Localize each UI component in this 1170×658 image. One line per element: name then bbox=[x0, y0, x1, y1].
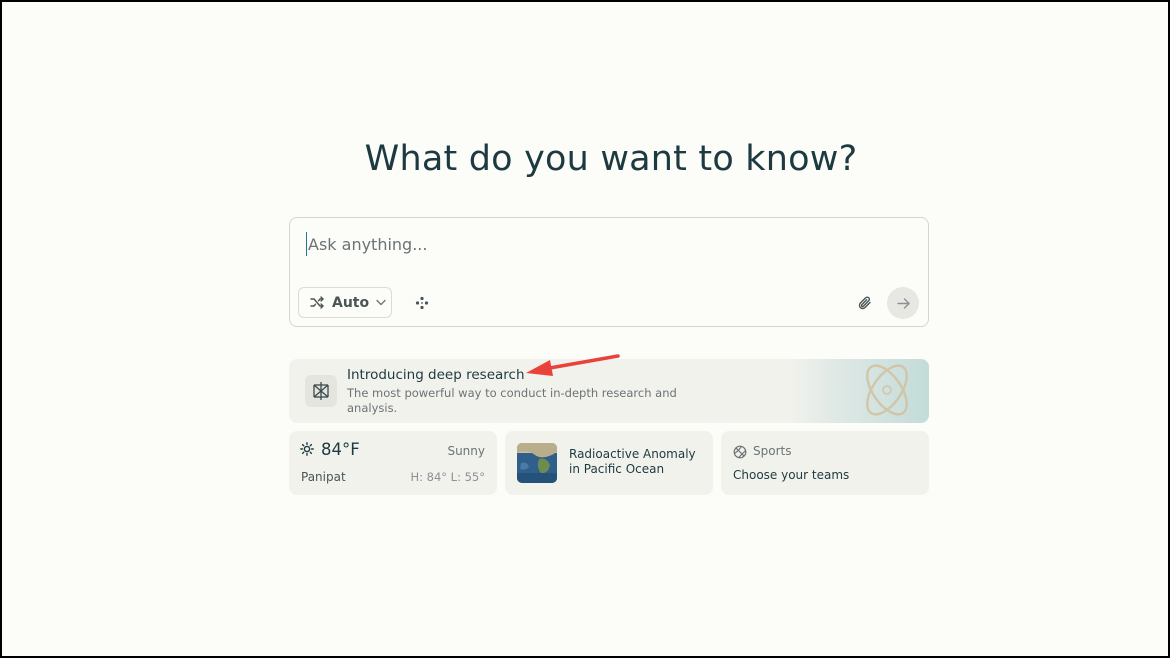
focus-button[interactable] bbox=[413, 294, 431, 312]
focus-icon bbox=[415, 296, 429, 310]
sun-icon bbox=[300, 442, 314, 456]
annotation-arrow bbox=[526, 354, 620, 376]
news-title: Radioactive Anomaly in Pacific Ocean bbox=[569, 447, 696, 476]
sports-subtitle: Choose your teams bbox=[733, 468, 850, 482]
submit-button[interactable] bbox=[887, 287, 919, 319]
search-input[interactable] bbox=[306, 232, 906, 256]
sports-card[interactable]: Sports Choose your teams bbox=[721, 431, 929, 495]
weather-card[interactable]: 84°F Sunny Panipat H: 84° L: 55° bbox=[289, 431, 497, 495]
attach-button[interactable] bbox=[855, 293, 875, 313]
shuffle-icon bbox=[310, 296, 324, 309]
page-title: What do you want to know? bbox=[364, 139, 858, 179]
high-low: H: 84° L: 55° bbox=[410, 470, 485, 484]
news-card[interactable]: Radioactive Anomaly in Pacific Ocean bbox=[505, 431, 713, 495]
mode-label: Auto bbox=[332, 294, 370, 311]
banner-illustration bbox=[789, 359, 929, 423]
banner-description: The most powerful way to conduct in-dept… bbox=[347, 386, 677, 415]
weather-condition: Sunny bbox=[447, 444, 485, 458]
mode-selector-button[interactable]: Auto bbox=[298, 287, 392, 318]
basketball-icon bbox=[733, 445, 747, 459]
arrow-right-icon bbox=[896, 297, 910, 309]
sports-label: Sports bbox=[753, 444, 792, 458]
app-window: What do you want to know? Auto bbox=[2, 2, 1168, 656]
deep-research-icon bbox=[313, 382, 329, 400]
news-thumbnail bbox=[517, 443, 557, 483]
paperclip-icon bbox=[858, 296, 871, 310]
chevron-down-icon bbox=[376, 299, 386, 306]
ocean-map-image bbox=[517, 443, 557, 483]
temperature: 84°F bbox=[321, 440, 360, 459]
search-box: Auto bbox=[289, 217, 929, 327]
atom-illustration bbox=[866, 364, 908, 416]
city-name: Panipat bbox=[301, 470, 346, 484]
banner-title: Introducing deep research bbox=[347, 367, 525, 383]
banner-icon-box bbox=[305, 375, 337, 407]
